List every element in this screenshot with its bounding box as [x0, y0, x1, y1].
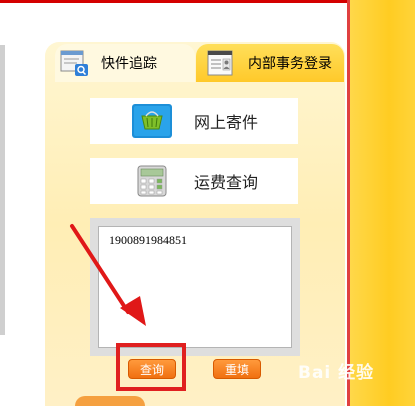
freight-query-button[interactable]: 运费查询 — [90, 158, 298, 204]
left-scroll-edge — [0, 45, 5, 335]
document-search-icon — [59, 49, 89, 77]
tab-internal-login[interactable]: 内部事务登录 — [196, 44, 344, 82]
reset-button[interactable]: 重填 — [213, 359, 261, 379]
tab-express-tracking[interactable]: 快件追踪 — [55, 44, 195, 82]
shopping-basket-icon — [132, 104, 172, 138]
bottom-orange-tab — [75, 396, 145, 406]
document-person-icon — [206, 49, 236, 77]
calculator-icon — [132, 164, 172, 198]
freight-query-label: 运费查询 — [194, 175, 259, 192]
tab-internal-login-label: 内部事务登录 — [248, 55, 332, 71]
tracking-number-textarea[interactable]: 1900891984851 — [98, 226, 292, 348]
right-yellow-background — [350, 0, 415, 406]
top-border — [0, 0, 350, 3]
baidu-watermark: Bai 经验 — [298, 363, 375, 383]
online-shipping-button[interactable]: 网上寄件 — [90, 98, 298, 144]
tab-express-tracking-label: 快件追踪 — [101, 55, 157, 71]
query-highlight-box — [116, 343, 186, 391]
online-shipping-label: 网上寄件 — [194, 115, 259, 132]
tracking-input-frame: 1900891984851 — [90, 218, 300, 356]
